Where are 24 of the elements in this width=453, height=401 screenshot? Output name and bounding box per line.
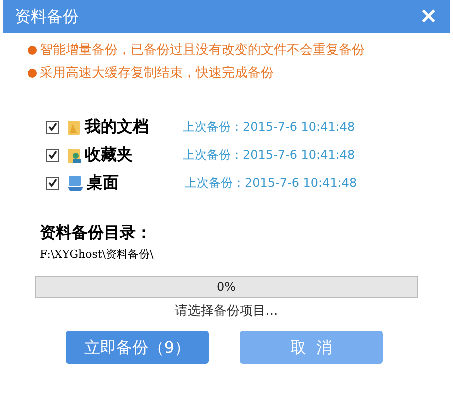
checkbox[interactable]	[46, 176, 59, 190]
monitor-icon	[67, 174, 85, 192]
checkbox[interactable]	[46, 148, 59, 162]
directory-path: F:\XYGhost\资料备份\	[40, 247, 155, 263]
folder-icon	[67, 146, 83, 164]
item-label: 收藏夹	[85, 144, 134, 166]
folder-icon	[67, 118, 83, 136]
item-label: 桌面	[87, 172, 120, 194]
close-button[interactable]: ×	[420, 6, 438, 28]
item-label: 我的文档	[85, 116, 150, 138]
window-title: 资料备份	[15, 6, 79, 28]
backup-button[interactable]: 立即备份（9）	[66, 331, 209, 364]
cancel-button[interactable]: 取 消	[240, 331, 383, 364]
last-backup-text: 上次备份：2015-7-6 10:41:48	[183, 147, 356, 164]
progress-percent: 0%	[216, 278, 236, 296]
last-backup-text: 上次备份：2015-7-6 10:41:48	[185, 175, 358, 192]
tip-text: 采用高速大缓存复制结束，快速完成备份	[40, 64, 274, 82]
tip-text: 智能增量备份，已备份过且没有改变的文件不会重复备份	[40, 42, 365, 60]
directory-label: 资料备份目录：	[40, 222, 153, 244]
status-text: 请选择备份项目...	[174, 302, 278, 320]
checkbox[interactable]	[46, 120, 59, 134]
bullet-icon	[28, 46, 37, 56]
bullet-icon	[28, 68, 37, 78]
last-backup-text: 上次备份：2015-7-6 10:41:48	[183, 119, 356, 136]
